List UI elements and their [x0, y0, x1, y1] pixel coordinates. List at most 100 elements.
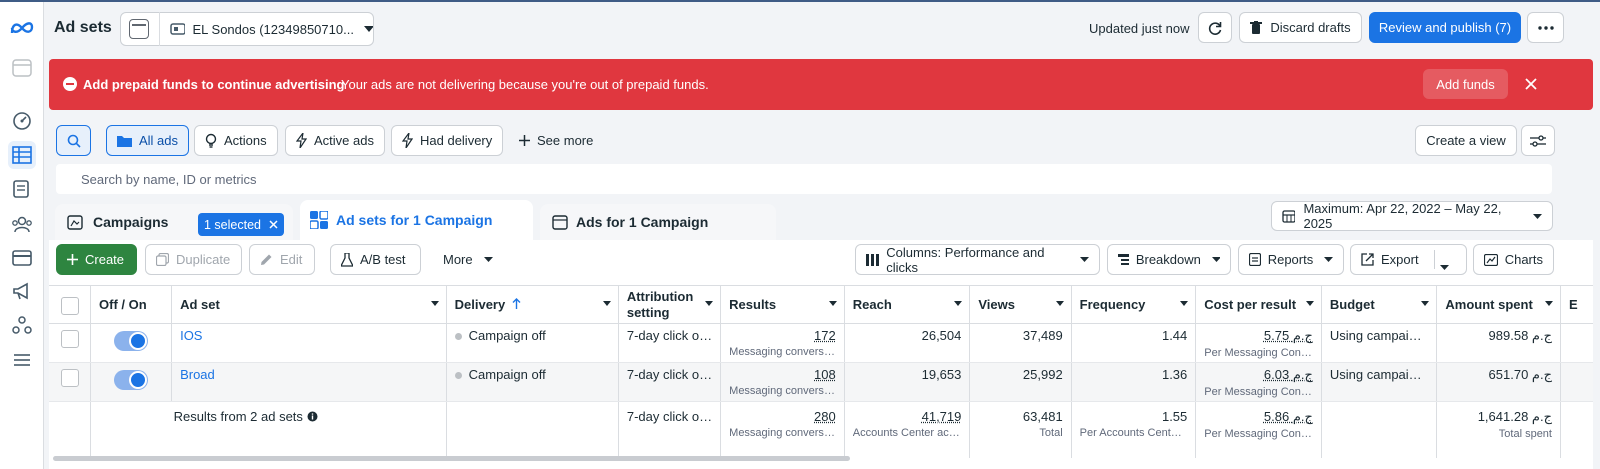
row-select-cell[interactable] — [49, 323, 92, 363]
view-settings-button[interactable] — [1521, 125, 1555, 156]
tab-campaigns[interactable]: Campaigns 1 selected — [55, 204, 293, 240]
chevron-down-icon — [1440, 265, 1449, 270]
business-tools-icon[interactable] — [8, 311, 36, 339]
table-row[interactable]: IOS Campaign off 7-day click or ... 172 M… — [49, 323, 1593, 363]
close-icon[interactable] — [269, 220, 278, 229]
account-selector[interactable]: EL Sondos (12349850710... — [120, 12, 374, 46]
add-funds-button[interactable]: Add funds — [1423, 69, 1508, 99]
window-icon — [129, 19, 150, 39]
select-all-cell[interactable] — [49, 285, 92, 324]
export-button[interactable]: Export — [1350, 244, 1467, 275]
adset-name-link[interactable]: IOS — [180, 328, 202, 343]
views-cell: 25,992 — [969, 362, 1072, 402]
adsets-grid-icon — [310, 211, 328, 229]
chevron-down-icon — [483, 257, 493, 262]
duplicate-icon — [156, 253, 169, 266]
chevron-down-icon — [1080, 257, 1089, 262]
megaphone-icon[interactable] — [8, 277, 36, 305]
chevron-down-icon — [954, 301, 963, 306]
actions-filter[interactable]: Actions — [194, 125, 278, 156]
review-publish-button[interactable]: Review and publish (7) — [1369, 12, 1521, 43]
select-all-checkbox[interactable] — [60, 296, 79, 315]
all-ads-filter[interactable]: All ads — [106, 125, 190, 156]
discard-drafts-button[interactable]: Discard drafts — [1239, 12, 1362, 43]
search-input[interactable]: Search by name, ID or metrics — [56, 164, 1552, 194]
audiences-icon[interactable] — [8, 210, 36, 238]
chevron-down-icon — [1305, 301, 1314, 306]
gauge-icon[interactable] — [8, 107, 36, 135]
ads-manager-table-icon[interactable] — [8, 141, 36, 169]
adset-toggle[interactable] — [114, 331, 149, 351]
overflow-cell — [1560, 323, 1593, 363]
col-budget[interactable]: Budget — [1321, 285, 1438, 324]
active-ads-filter[interactable]: Active ads — [285, 125, 385, 156]
info-icon[interactable] — [307, 411, 318, 422]
create-view-button[interactable]: Create a view — [1415, 125, 1517, 156]
charts-button[interactable]: Charts — [1473, 244, 1554, 275]
see-more-button[interactable]: See more — [508, 125, 604, 156]
frequency-cell: 1.36 — [1071, 362, 1197, 402]
pages-icon[interactable] — [8, 175, 36, 203]
views-cell: 37,489 — [969, 323, 1072, 363]
col-attribution[interactable]: Attribution setting — [618, 285, 722, 324]
more-dropdown[interactable]: More — [432, 244, 504, 275]
empty-cell — [49, 401, 92, 458]
had-delivery-filter[interactable]: Had delivery — [391, 125, 504, 156]
overflow-cell — [1560, 362, 1593, 402]
col-results[interactable]: Results — [720, 285, 845, 324]
col-adset[interactable]: Ad set — [171, 285, 447, 324]
row-checkbox[interactable] — [60, 330, 79, 348]
plus-icon — [67, 254, 78, 265]
total-frequency-cell: 1.55 Per Accounts Center ... — [1071, 401, 1197, 458]
columns-icon — [866, 253, 879, 266]
adset-name-cell: IOS — [171, 323, 447, 363]
more-options-button[interactable] — [1527, 12, 1564, 43]
prepaid-funds-banner: Add prepaid funds to continue advertisin… — [49, 59, 1593, 110]
ab-test-button[interactable]: A/B test — [330, 244, 421, 275]
search-toggle-button[interactable] — [56, 125, 91, 156]
meta-logo-icon[interactable] — [8, 14, 36, 42]
horizontal-scrollbar[interactable] — [53, 456, 850, 461]
adset-name-link[interactable]: Broad — [180, 367, 215, 382]
col-amount-spent[interactable]: Amount spent — [1436, 285, 1561, 324]
selected-chip[interactable]: 1 selected — [198, 213, 284, 236]
adset-toggle[interactable] — [114, 370, 149, 390]
adset-name-cell: Broad — [171, 362, 447, 402]
date-range-picker[interactable]: Maximum: Apr 22, 2022 – May 22, 2025 — [1271, 201, 1553, 231]
updated-status: Updated just now — [1089, 21, 1190, 36]
col-reach[interactable]: Reach — [844, 285, 971, 324]
export-menu-chevron[interactable] — [1440, 258, 1449, 273]
breakdown-dropdown[interactable]: Breakdown — [1107, 244, 1231, 275]
menu-icon[interactable] — [8, 346, 36, 374]
edit-button[interactable]: Edit — [249, 244, 315, 275]
chevron-down-icon — [430, 301, 439, 306]
tab-ads[interactable]: Ads for 1 Campaign — [540, 204, 776, 240]
table-row[interactable]: Broad Campaign off 7-day click or ... 10… — [49, 362, 1593, 402]
total-results-cell: 280 Messaging conversa... — [720, 401, 845, 458]
row-select-cell[interactable] — [49, 362, 92, 402]
columns-dropdown[interactable]: Columns: Performance and clicks — [855, 244, 1100, 275]
panel-icon[interactable] — [8, 54, 36, 82]
tab-adsets[interactable]: Ad sets for 1 Campaign — [300, 200, 533, 240]
results-cell: 108 Messaging conversa... — [720, 362, 845, 402]
duplicate-button[interactable]: Duplicate — [145, 244, 242, 275]
create-button[interactable]: Create — [56, 244, 137, 275]
col-delivery[interactable]: Delivery — [446, 285, 619, 324]
attribution-cell: 7-day click or ... — [618, 362, 722, 402]
col-cost-per-result[interactable]: Cost per result — [1195, 285, 1322, 324]
reports-dropdown[interactable]: Reports — [1238, 244, 1344, 275]
row-toggle-cell[interactable] — [90, 362, 173, 402]
close-banner-button[interactable] — [1520, 73, 1542, 95]
refresh-button[interactable] — [1198, 12, 1232, 43]
row-toggle-cell[interactable] — [90, 323, 173, 363]
adsets-panel: Create Duplicate Edit A/B test More Colu… — [49, 240, 1593, 469]
cost-per-result-cell: 6.03 ج.م Per Messaging Conv... — [1195, 362, 1322, 402]
billing-card-icon[interactable] — [8, 244, 36, 272]
sliders-icon — [1530, 134, 1546, 147]
overflow-cell — [1560, 402, 1593, 458]
row-checkbox[interactable] — [60, 369, 79, 387]
col-views[interactable]: Views — [969, 285, 1072, 324]
col-frequency[interactable]: Frequency — [1071, 285, 1197, 324]
chevron-down-icon — [602, 301, 611, 306]
ads-icon — [552, 214, 568, 230]
